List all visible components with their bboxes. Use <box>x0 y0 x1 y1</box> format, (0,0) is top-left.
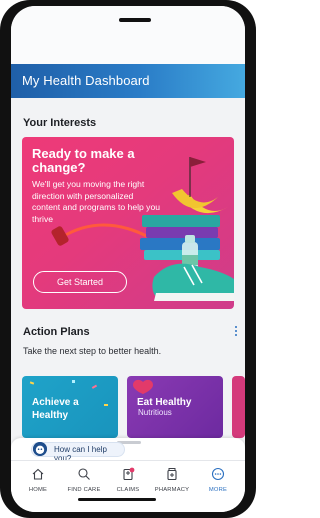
phone-frame: My Health Dashboard Your Interests Ready… <box>0 0 256 518</box>
assistant-avatar-icon[interactable] <box>33 442 47 456</box>
more-options-icon[interactable] <box>233 325 239 341</box>
hero-headline: Ready to make a change? <box>32 146 135 175</box>
page-title: My Health Dashboard <box>22 73 150 88</box>
tab-claims[interactable]: CLAIMS <box>105 467 151 497</box>
tab-label: FIND CARE <box>67 487 101 493</box>
hero-description: We'll get you moving the right direction… <box>32 179 161 224</box>
more-icon <box>211 467 225 481</box>
interest-hero-card[interactable]: Ready to make a change? We'll get you mo… <box>22 137 234 309</box>
status-bar <box>11 6 245 64</box>
screen: My Health Dashboard Your Interests Ready… <box>11 6 245 512</box>
action-plans-title: Action Plans <box>23 326 90 338</box>
bottom-tab-bar: HOME FIND CARE CLAIMS PHARMACY MORE <box>11 460 245 512</box>
tab-label: CLAIMS <box>116 487 140 493</box>
tab-label: HOME <box>28 487 48 493</box>
tab-home[interactable]: HOME <box>15 467 61 497</box>
app-header: My Health Dashboard <box>11 64 245 98</box>
tab-find-care[interactable]: FIND CARE <box>61 467 107 497</box>
pharmacy-icon <box>167 468 177 481</box>
get-started-button[interactable]: Get Started <box>33 271 127 293</box>
tab-more[interactable]: MORE <box>195 467 241 497</box>
action-plan-card-partial[interactable] <box>232 376 245 438</box>
tab-pharmacy[interactable]: PHARMACY <box>149 467 195 497</box>
action-plans-subtitle: Take the next step to better health. <box>23 346 162 356</box>
action-plan-card-achieve[interactable]: Achieve a Healthy <box>22 376 118 438</box>
home-indicator[interactable] <box>78 498 156 501</box>
assistant-bar[interactable]: How can I help you? <box>11 438 245 463</box>
action-plan-card-eat-healthy[interactable]: Eat Healthy Nutritious <box>127 376 223 438</box>
tab-label: PHARMACY <box>154 487 190 493</box>
interests-section-title: Your Interests <box>23 117 97 129</box>
search-icon <box>78 468 90 480</box>
plan-card-subtitle: Nutritious <box>138 408 172 417</box>
claims-icon <box>123 467 135 481</box>
tab-label: MORE <box>208 487 228 493</box>
dashboard-content[interactable]: Your Interests Ready to make a change? W… <box>11 98 245 438</box>
plan-card-title: Achieve a Healthy <box>32 397 79 421</box>
notch <box>119 18 151 22</box>
home-icon <box>32 468 44 480</box>
